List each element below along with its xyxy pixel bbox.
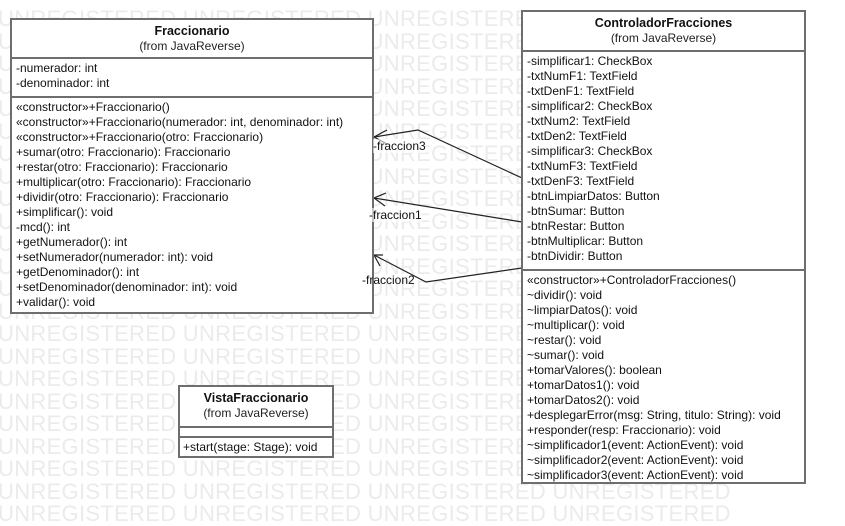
method-item: +sumar(otro: Fraccionario): Fraccionario — [16, 145, 231, 159]
method-item: +start(stage: Stage): void — [183, 440, 318, 454]
method-item: +desplegarError(msg: String, titulo: Str… — [527, 408, 781, 422]
attribute-item: -simplificar1: CheckBox — [527, 54, 653, 68]
attribute-item: -txtDen2: TextField — [527, 129, 627, 143]
method-item: +getNumerador(): int — [16, 235, 128, 249]
method-item: «constructor»+Fraccionario(numerador: in… — [16, 115, 344, 129]
attribute-item: -txtDenF3: TextField — [527, 174, 635, 188]
attribute-item: -numerador: int — [16, 61, 98, 75]
attribute-item: -btnLimpiarDatos: Button — [527, 189, 660, 203]
attribute-item: -btnRestar: Button — [527, 219, 625, 233]
method-item: «constructor»+Fraccionario(otro: Fraccio… — [16, 130, 264, 144]
methods-section: «constructor»+Fraccionario() «constructor… — [12, 98, 372, 310]
class-fraccionario[interactable]: Fraccionario (from JavaReverse) -numerad… — [10, 18, 374, 314]
method-item: +tomarDatos1(): void — [527, 378, 640, 392]
method-item: ~multiplicar(): void — [527, 318, 625, 332]
method-item: +dividir(otro: Fraccionario): Fraccionar… — [16, 190, 229, 204]
methods-section: «constructor»+ControladorFracciones() ~di… — [523, 271, 804, 483]
class-name: VistaFraccionario — [203, 391, 309, 405]
association-label-fraccion2: -fraccion2 — [362, 273, 415, 287]
method-item: ~restar(): void — [527, 333, 602, 347]
method-item: +validar(): void — [16, 295, 96, 309]
method-item: +tomarValores(): boolean — [527, 363, 662, 377]
attributes-section: -simplificar1: CheckBox -txtNumF1: TextFi… — [523, 52, 804, 271]
method-item: +tomarDatos2(): void — [527, 393, 640, 407]
association-fraccion3[interactable] — [373, 129, 523, 179]
method-item: ~simplificador2(event: ActionEvent): voi… — [527, 453, 744, 467]
method-item: +restar(otro: Fraccionario): Fraccionari… — [16, 160, 228, 174]
attributes-section: -numerador: int -denominador: int — [12, 59, 372, 98]
class-header: VistaFraccionario (from JavaReverse) — [180, 387, 332, 428]
method-item: ~simplificador3(event: ActionEvent): voi… — [527, 468, 744, 482]
method-item: +simplificar(): void — [16, 205, 114, 219]
attribute-item: -txtNumF1: TextField — [527, 69, 638, 83]
attribute-item: -txtNum2: TextField — [527, 114, 631, 128]
attribute-item: -txtNumF3: TextField — [527, 159, 638, 173]
class-header: Fraccionario (from JavaReverse) — [12, 20, 372, 59]
class-package: (from JavaReverse) — [203, 406, 309, 420]
method-item: ~simplificador1(event: ActionEvent): voi… — [527, 438, 744, 452]
methods-section: +start(stage: Stage): void — [180, 438, 332, 455]
method-item: +setDenominador(denominador: int): void — [16, 280, 238, 294]
class-package: (from JavaReverse) — [139, 39, 245, 53]
attribute-item: -btnMultiplicar: Button — [527, 234, 644, 248]
association-label-fraccion3: -fraccion3 — [373, 139, 426, 153]
attribute-item: -simplificar2: CheckBox — [527, 99, 653, 113]
method-item: «constructor»+ControladorFracciones() — [527, 273, 737, 287]
class-name: Fraccionario — [154, 24, 230, 38]
class-name: ControladorFracciones — [594, 16, 733, 30]
attribute-item: -btnSumar: Button — [527, 204, 625, 218]
method-item: ~limpiarDatos(): void — [527, 303, 638, 317]
class-vista-fraccionario[interactable]: VistaFraccionario (from JavaReverse) +st… — [178, 385, 334, 458]
class-controlador-fracciones[interactable]: ControladorFracciones (from JavaReverse)… — [521, 10, 806, 484]
method-item: +responder(resp: Fraccionario): void — [527, 423, 721, 437]
attributes-section — [180, 428, 332, 438]
method-item: +setNumerador(numerador: int): void — [16, 250, 214, 264]
attribute-item: -btnDividir: Button — [527, 249, 623, 263]
method-item: +multiplicar(otro: Fraccionario): Fracci… — [16, 175, 252, 189]
arrowhead-fraccion2 — [372, 254, 383, 267]
method-item: +getDenominador(): int — [16, 265, 140, 279]
method-item: -mcd(): int — [16, 220, 70, 234]
class-package: (from JavaReverse) — [610, 31, 717, 45]
attribute-item: -simplificar3: CheckBox — [527, 144, 653, 158]
association-label-fraccion1: -fraccion1 — [369, 208, 422, 222]
class-header: ControladorFracciones (from JavaReverse) — [523, 12, 804, 52]
attribute-item: -txtDenF1: TextField — [527, 84, 635, 98]
method-item: ~dividir(): void — [527, 288, 603, 302]
method-item: ~sumar(): void — [527, 348, 605, 362]
method-item: «constructor»+Fraccionario() — [16, 100, 170, 114]
attribute-item: -denominador: int — [16, 76, 110, 90]
